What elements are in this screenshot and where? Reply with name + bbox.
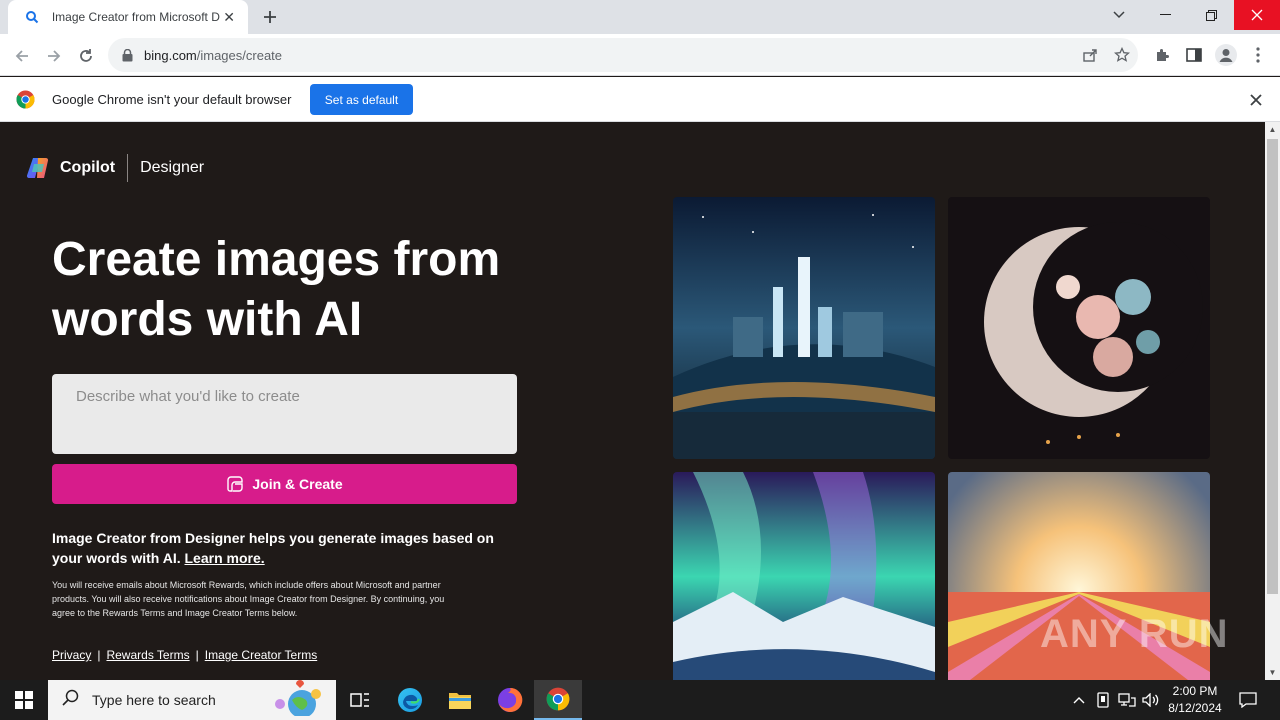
join-and-create-button[interactable]: Join & Create: [52, 464, 517, 504]
windows-start-icon[interactable]: [0, 680, 48, 720]
edge-browser-icon[interactable]: [386, 680, 434, 720]
copilot-designer-brand[interactable]: Copilot Designer: [26, 154, 204, 182]
image-creator-page: Copilot Designer Create images from word…: [0, 122, 1265, 680]
file-explorer-icon[interactable]: [436, 680, 484, 720]
taskbar-search-placeholder: Type here to search: [92, 692, 216, 708]
restore-icon[interactable]: [1188, 0, 1234, 30]
network-icon[interactable]: [1116, 680, 1138, 720]
hero-line-1: Create images from: [52, 233, 501, 286]
scrollbar-thumb[interactable]: [1267, 139, 1278, 594]
anyrun-watermark: ANY RUN: [1040, 612, 1229, 656]
search-highlight-globe-icon: [266, 679, 330, 720]
sample-image-aurora[interactable]: [673, 472, 935, 680]
side-panel-icon[interactable]: [1181, 42, 1207, 68]
reload-icon[interactable]: [72, 42, 100, 70]
windows-taskbar: Type here to search 2:00 PM 8/12/2024: [0, 679, 1280, 720]
minimize-icon[interactable]: [1142, 0, 1188, 30]
profile-avatar-icon[interactable]: [1213, 42, 1239, 68]
search-icon: [62, 689, 80, 712]
footer-links: Privacy | Rewards Terms | Image Creator …: [52, 648, 317, 662]
infobar-close-icon[interactable]: [1246, 90, 1266, 110]
task-view-icon[interactable]: [336, 680, 384, 720]
brand-divider: [127, 154, 129, 182]
learn-more-link[interactable]: Learn more.: [185, 550, 265, 566]
infobar-message: Google Chrome isn't your default browser: [52, 92, 292, 107]
menu-kebab-icon[interactable]: [1245, 42, 1271, 68]
copilot-outline-icon: [226, 475, 244, 493]
tab-image-creator[interactable]: Image Creator from Microsoft Designer ✕: [8, 0, 248, 34]
window-close-icon[interactable]: [1234, 0, 1280, 30]
brand-sub: Designer: [140, 159, 205, 176]
sample-image-moon-flowers[interactable]: [948, 197, 1210, 459]
prompt-input[interactable]: [52, 374, 517, 454]
tab-search-chevron-icon[interactable]: [1096, 0, 1142, 30]
link-separator: |: [97, 648, 101, 662]
scroll-down-arrow-icon[interactable]: ▼: [1265, 665, 1280, 680]
clock-time: 2:00 PM: [1172, 684, 1218, 698]
new-tab-icon[interactable]: [258, 6, 282, 28]
sample-image-city-night[interactable]: [673, 197, 935, 459]
back-arrow-icon[interactable]: [8, 42, 36, 70]
description-text: Image Creator from Designer helps you ge…: [52, 528, 512, 568]
default-browser-infobar: Google Chrome isn't your default browser…: [0, 77, 1280, 122]
firefox-icon[interactable]: [486, 680, 534, 720]
address-bar[interactable]: bing.com/images/create: [108, 38, 1138, 72]
device-tray-icon[interactable]: [1092, 680, 1114, 720]
browser-toolbar: bing.com/images/create: [0, 34, 1280, 76]
forward-arrow-icon[interactable]: [40, 42, 68, 70]
tab-close-icon[interactable]: ✕: [220, 8, 238, 26]
taskbar-clock[interactable]: 2:00 PM 8/12/2024: [1160, 683, 1230, 717]
scroll-up-arrow-icon[interactable]: ▲: [1265, 122, 1280, 137]
link-separator: |: [195, 648, 199, 662]
url-path: /images/create: [196, 47, 283, 63]
url-text: bing.com/images/create: [144, 48, 282, 63]
rewards-terms-link[interactable]: Rewards Terms: [106, 648, 189, 662]
hero-line-2: words with AI: [52, 293, 363, 346]
rewards-fine-print: You will receive emails about Microsoft …: [52, 580, 445, 618]
set-as-default-button[interactable]: Set as default: [310, 84, 413, 115]
page-scrollbar[interactable]: ▲ ▼: [1265, 122, 1280, 680]
chrome-logo-icon: [16, 90, 35, 109]
bookmark-star-icon[interactable]: [1109, 42, 1135, 68]
clock-date: 8/12/2024: [1168, 701, 1222, 715]
lock-icon[interactable]: [120, 48, 134, 62]
url-host: bing.com: [144, 47, 197, 63]
bing-search-favicon-icon: [24, 9, 40, 25]
image-creator-terms-link[interactable]: Image Creator Terms: [205, 648, 317, 662]
notifications-icon[interactable]: [1236, 680, 1260, 720]
tab-title: Image Creator from Microsoft Designer: [51, 10, 220, 24]
volume-speaker-icon[interactable]: [1140, 680, 1162, 720]
copilot-logo-icon: [26, 156, 52, 180]
extensions-puzzle-icon[interactable]: [1149, 42, 1175, 68]
join-button-label: Join & Create: [252, 476, 343, 492]
description-body: Image Creator from Designer helps you ge…: [52, 530, 494, 566]
show-hidden-icons-chevron-icon[interactable]: [1068, 680, 1090, 720]
tab-strip: Image Creator from Microsoft Designer ✕: [0, 0, 1280, 34]
share-icon[interactable]: [1077, 42, 1103, 68]
taskbar-search-box[interactable]: Type here to search: [48, 679, 336, 720]
page-title: Create images from words with AI: [52, 230, 572, 350]
privacy-link[interactable]: Privacy: [52, 648, 91, 662]
brand-name: Copilot: [60, 159, 116, 176]
chrome-taskbar-icon[interactable]: [534, 680, 582, 720]
